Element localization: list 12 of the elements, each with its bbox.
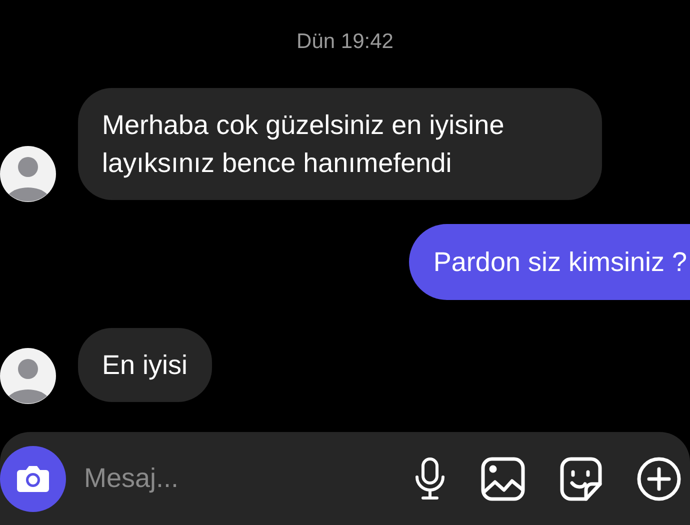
microphone-icon[interactable] xyxy=(413,456,447,500)
sent-message: Pardon siz kimsiniz ? xyxy=(409,224,690,300)
add-icon[interactable] xyxy=(636,456,682,502)
timestamp: Dün 19:42 xyxy=(296,29,394,55)
received-message: En iyisi xyxy=(78,328,212,402)
avatar-icon xyxy=(0,146,56,202)
message-input[interactable]: Mesaj... xyxy=(84,458,374,499)
received-message: Merhaba cok güzelsiniz en iyisine layıksınız bence hanımefendi xyxy=(78,88,602,200)
camera-icon xyxy=(16,464,50,494)
avatar-icon xyxy=(0,348,56,404)
image-icon[interactable] xyxy=(480,456,526,502)
sticker-icon[interactable] xyxy=(559,456,603,502)
